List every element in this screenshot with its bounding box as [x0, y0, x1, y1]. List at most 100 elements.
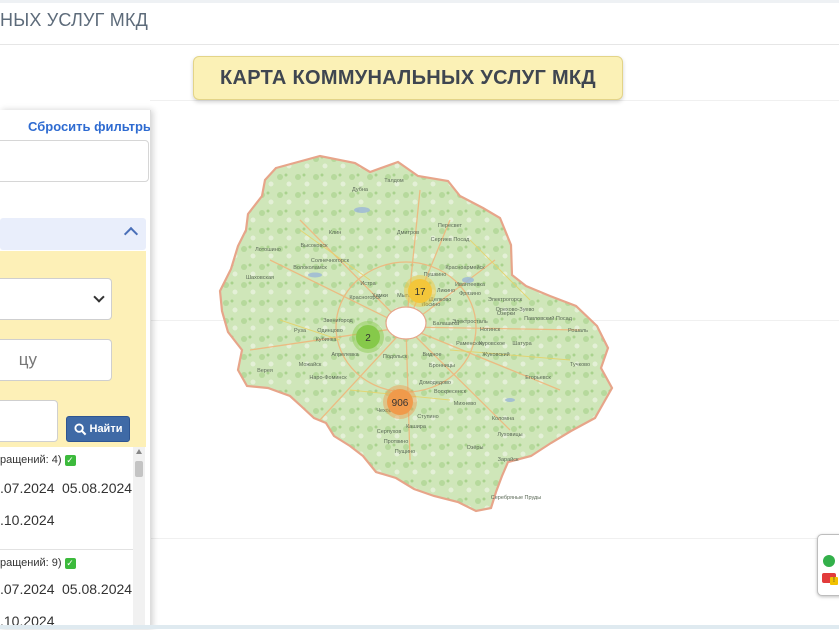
place-label: Химки [372, 293, 388, 299]
place-label: Высоковск [300, 243, 328, 249]
page-banner: КАРТА КОММУНАЛЬНЫХ УСЛУГ МКД [193, 56, 623, 100]
place-label: Кашира [406, 424, 427, 430]
cluster-label: 2 [365, 333, 371, 344]
record-header: ращений: 9) ✓ [0, 557, 76, 569]
record-date: .10.2024 [0, 512, 55, 528]
moscow-city-area [385, 306, 427, 340]
place-label: Шаховская [246, 275, 274, 281]
place-label: Талдом [384, 178, 404, 184]
place-label: Протвино [384, 439, 409, 445]
place-label: Рошаль [568, 328, 588, 334]
place-label: Бронницы [429, 363, 455, 369]
place-label: Сергиев Посад [431, 237, 470, 243]
find-button-label: Найти [89, 423, 123, 435]
top-border [0, 0, 839, 3]
house-input[interactable] [0, 400, 58, 442]
status-green-icon [823, 555, 835, 567]
place-label: Домодедово [419, 380, 451, 386]
record-date: 05.08.2024 [62, 581, 133, 597]
map-canvas[interactable]: Талдом Дубна Дмитров Клин Сергиев Посад Перес… [150, 100, 839, 625]
place-label: Кубинка [316, 337, 338, 343]
bottom-border [0, 625, 839, 629]
find-button[interactable]: Найти [66, 416, 130, 442]
cluster-2[interactable]: 2 [352, 321, 384, 353]
place-label: Куровское [479, 341, 505, 347]
place-label: Ногинск [480, 327, 501, 333]
place-label: Можайск [299, 361, 322, 368]
place-label: Пересвет [438, 223, 463, 229]
place-label: Верея [257, 368, 273, 374]
place-label: Зарайск [498, 456, 519, 463]
filter-section-header[interactable] [0, 218, 146, 250]
chevron-up-icon[interactable] [123, 226, 139, 242]
place-label: Клин [329, 230, 342, 236]
place-label: Ступино [417, 414, 438, 420]
place-label: Серебряные Пруды [491, 495, 542, 501]
record-requests-count: ращений: 9) [0, 557, 62, 569]
scrollbar[interactable] [133, 447, 145, 629]
page-title: КАРТА КОММУНАЛЬНЫХ УСЛУГ МКД [220, 66, 596, 89]
street-input-placeholder: цу [18, 350, 37, 369]
place-label: Шатура [512, 341, 532, 347]
place-label: Электрогорск [488, 297, 523, 303]
place-label: Воскресенск [434, 389, 467, 395]
list-divider [0, 549, 133, 550]
record-date: .07.2024 [0, 581, 55, 597]
place-label: Фрязино [459, 291, 481, 297]
reset-filters-link[interactable]: Сбросить фильтры [28, 119, 150, 134]
place-label: Руза [294, 328, 307, 334]
place-label: Озёры [467, 445, 484, 451]
place-label: Красноармейск [445, 264, 485, 271]
chevron-down-icon [93, 291, 105, 303]
checkmark-icon: ✓ [64, 557, 76, 569]
filter-panel: Сбросить фильтры цу Найти ращений: 4) ✓ … [0, 110, 151, 629]
place-label: Егорьевск [525, 375, 551, 381]
warning-badge-icon: ! [830, 577, 838, 585]
place-label: Истра [360, 281, 376, 287]
place-label: Жуковский [482, 351, 509, 358]
locality-select[interactable] [0, 278, 112, 320]
street-input[interactable]: цу [0, 339, 112, 381]
results-list[interactable]: ращений: 4) ✓ .07.2024 05.08.2024 .10.20… [0, 447, 146, 629]
place-label: Лотошино [255, 247, 281, 253]
search-icon [73, 422, 86, 435]
place-label: Дмитров [397, 230, 419, 236]
region-map[interactable]: Талдом Дубна Дмитров Клин Сергиев Посад Перес… [150, 100, 839, 625]
scrollbar-thumb[interactable] [135, 461, 143, 477]
scroll-up-arrow-icon[interactable] [136, 449, 142, 454]
record-requests-count: ращений: 4) [0, 454, 62, 466]
place-label: Апрелевка [331, 352, 359, 358]
place-label: Солнечногорск [311, 258, 350, 264]
place-label: Пущино [395, 449, 415, 455]
cluster-17[interactable]: 17 [404, 275, 436, 307]
map-legend[interactable]: ! [817, 534, 839, 596]
place-label: Михнево [454, 401, 476, 407]
cluster-label: 906 [392, 398, 409, 409]
place-label: Наро-Фоминск [309, 375, 347, 381]
place-label: Коломна [492, 416, 515, 422]
record-date: .07.2024 [0, 480, 55, 496]
cluster-label: 17 [414, 287, 426, 298]
address-search-input[interactable] [0, 140, 149, 182]
place-label: Ликино [437, 288, 455, 294]
place-label: Серпухов [377, 429, 402, 435]
place-label: Звенигород [323, 318, 353, 324]
header-title: НЫХ УСЛУГ МКД [0, 10, 149, 30]
place-label: Павловский Посад [524, 315, 573, 322]
place-label: Видное [422, 352, 441, 358]
place-label: Тучково [570, 362, 590, 368]
place-label: Озерки [497, 311, 515, 317]
record-date: 05.08.2024 [62, 480, 133, 496]
filter-form: цу Найти [0, 251, 146, 447]
place-label: Волоколамск [293, 265, 327, 271]
place-label: Подольск [383, 354, 408, 360]
record-header: ращений: 4) ✓ [0, 454, 76, 466]
place-label: Дубна [352, 187, 369, 193]
place-label: Одинцово [317, 328, 343, 334]
cluster-906[interactable]: 906 [383, 385, 417, 419]
place-label: Ивантеевка [455, 282, 486, 288]
top-header: НЫХ УСЛУГ МКД [0, 0, 839, 45]
place-label: Электросталь [452, 319, 488, 325]
checkmark-icon: ✓ [64, 454, 76, 466]
place-label: Луховицы [497, 432, 522, 438]
